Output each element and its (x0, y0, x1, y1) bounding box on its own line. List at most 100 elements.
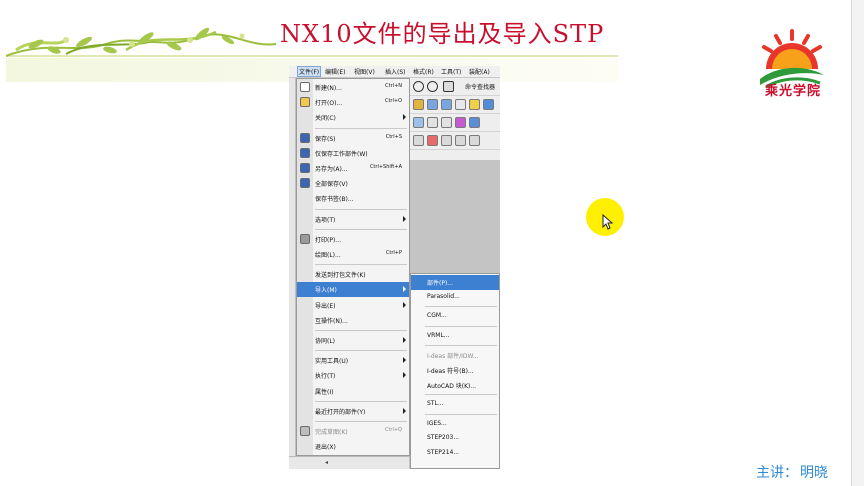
menu-separator (425, 413, 497, 415)
box-icon[interactable] (441, 99, 452, 110)
snap-icon[interactable] (413, 135, 424, 146)
menu-item-label: 互操作(N)... (315, 317, 348, 325)
slide-title: NX10文件的导出及导入STP (280, 20, 605, 48)
menu-separator (315, 350, 407, 352)
import-menu-item[interactable]: VRML... (411, 329, 499, 344)
import-menu-item[interactable]: STEP203... (411, 431, 499, 446)
menu-item-label: 新建(N)... (315, 85, 342, 92)
command-finder-label[interactable]: 命令查找器 (465, 82, 495, 91)
file-menu-item[interactable]: 打开(O)... Ctrl+O (297, 95, 409, 110)
menu-item-label: 导出(E) (315, 302, 336, 310)
menu-item-label: VRML... (427, 331, 450, 339)
import-menu-item[interactable]: Parasolid... (411, 290, 499, 305)
import-menu-item[interactable]: AutoCAD 块(K)... (411, 378, 499, 393)
file-menu-item[interactable]: 退出(X) (297, 439, 409, 454)
menu-item-label: I-deas 符号(B)... (427, 368, 474, 375)
file-menu-item[interactable]: 完成草图(K) Ctrl+Q (297, 424, 409, 439)
import-menu-item[interactable]: STEP214... (411, 446, 499, 461)
save-icon (300, 132, 310, 143)
menu-item-label: 保存书签(B)... (315, 196, 354, 204)
menu-item-label: 打印(P)... (315, 236, 342, 244)
file-menu-item[interactable]: 另存为(A)... Ctrl+Shift+A (297, 161, 409, 176)
nx-screenshot: 文件(F) 编辑(E) 视图(V) 插入(S) 格式(R) 工具(T) 装配(A) 命令查找… (289, 66, 500, 469)
menu-item-label: 发送到打包文件(K) (315, 272, 366, 280)
menubar-item[interactable]: 编辑(E) (325, 67, 345, 76)
file-menu-item[interactable]: 发送到打包文件(K) (297, 267, 409, 282)
arrow-left-icon[interactable] (455, 117, 466, 128)
file-menu-item[interactable]: 互操作(N)... (297, 313, 409, 328)
trim-icon[interactable] (427, 117, 438, 128)
finish-sketch-icon (300, 426, 310, 436)
file-menu: 新建(N)... Ctrl+N 打开(O)... Ctrl+O 关闭(C) 保存(S) Ct… (296, 78, 410, 456)
menu-item-shortcut: Ctrl+N (385, 83, 402, 89)
menubar-item[interactable]: 工具(T) (441, 67, 461, 76)
menubar-item[interactable]: 视图(V) (354, 67, 375, 76)
file-menu-item[interactable]: 执行(T) (297, 368, 409, 383)
file-menu-item[interactable]: 选项(T) (297, 212, 409, 227)
arrow-right-icon[interactable] (469, 117, 480, 128)
open-folder-icon (300, 97, 310, 108)
file-menu-item[interactable]: 协同(L) (297, 333, 409, 348)
menu-item-shortcut: Ctrl+Q (384, 427, 402, 433)
file-menu-item[interactable]: 新建(N)... Ctrl+N (297, 80, 409, 95)
menu-item-label: AutoCAD 块(K)... (427, 382, 477, 390)
menu-separator (425, 394, 497, 396)
binoculars-icon[interactable] (443, 81, 454, 92)
menu-item-label: 导入(M) (315, 287, 337, 295)
file-menu-item[interactable]: 实用工具(U) (297, 353, 409, 368)
sketch-icon[interactable] (413, 99, 424, 110)
import-menu-item[interactable]: 部件(P)... (411, 275, 499, 290)
file-menu-item[interactable]: 全部保存(V) (297, 176, 409, 191)
star-icon[interactable] (469, 99, 480, 110)
nx-toolbar: 命令查找器 (409, 78, 500, 160)
menu-item-label: I-deas 部件/IDW... (427, 353, 479, 361)
toolbar-row (409, 132, 500, 150)
menu-item-label: STL... (427, 400, 444, 408)
submenu-arrow-icon (403, 357, 406, 364)
import-menu-item[interactable]: CGM... (411, 309, 499, 324)
menubar-item[interactable]: 插入(S) (385, 67, 406, 76)
file-menu-item[interactable]: 属性(I) (297, 384, 409, 399)
file-menu-item[interactable]: 导出(E) (297, 298, 409, 313)
menu-separator (315, 330, 407, 331)
menu-item-label: STEP214... (427, 449, 460, 456)
file-menu-item[interactable]: 关闭(C) (297, 110, 409, 125)
menubar-item[interactable]: 文件(F) (297, 66, 322, 77)
menu-item-shortcut: Ctrl+O (384, 98, 402, 105)
file-menu-item[interactable]: 打印(P)... (297, 232, 409, 247)
menubar-item[interactable]: 格式(R) (413, 67, 434, 76)
view-icon[interactable] (455, 135, 466, 146)
import-menu-item[interactable]: I-deas 符号(B)... (411, 363, 499, 378)
menu-item-label: 保存(S) (315, 135, 336, 143)
datum-plane-icon[interactable] (427, 99, 438, 110)
file-menu-item[interactable]: 保存书签(B)... (297, 191, 409, 206)
undo-icon[interactable] (413, 81, 424, 92)
file-menu-item[interactable]: 仅保存工作部件(W) (297, 146, 409, 161)
redo-icon[interactable] (427, 81, 438, 92)
file-menu-item[interactable]: 最近打开的部件(Y) (297, 404, 409, 419)
import-menu-item[interactable]: STL... (411, 397, 499, 412)
menu-item-label: Parasolid... (427, 292, 460, 300)
file-menu-item[interactable]: 导入(M) (297, 282, 409, 298)
file-menu-item[interactable]: 绘图(L)... Ctrl+P (297, 247, 409, 262)
presenter-label: 主讲： (756, 465, 798, 481)
toolbar-row: 命令查找器 (409, 78, 500, 96)
move-icon[interactable] (413, 117, 424, 128)
feature-icon[interactable] (483, 99, 494, 110)
point-icon[interactable] (455, 99, 466, 110)
viewer-scrollbar[interactable] (852, 0, 864, 486)
import-menu-item[interactable]: I-deas 部件/IDW... (411, 348, 499, 363)
submenu-arrow-icon (403, 372, 406, 379)
rotate-icon[interactable] (441, 135, 452, 146)
mouse-pointer-icon (602, 214, 614, 230)
plus-icon[interactable] (427, 135, 438, 146)
menu-item-label: CGM... (427, 312, 447, 320)
save-as-icon (300, 163, 310, 173)
toolbar-row (409, 114, 500, 132)
menubar-item[interactable]: 装配(A) (469, 67, 490, 76)
scroll-left-icon[interactable]: ◂ (325, 459, 328, 466)
layer-icon[interactable] (469, 135, 480, 146)
copy-icon[interactable] (441, 117, 452, 128)
file-menu-item[interactable]: 保存(S) Ctrl+S (297, 131, 409, 146)
import-menu-item[interactable]: IGES... (411, 417, 499, 432)
